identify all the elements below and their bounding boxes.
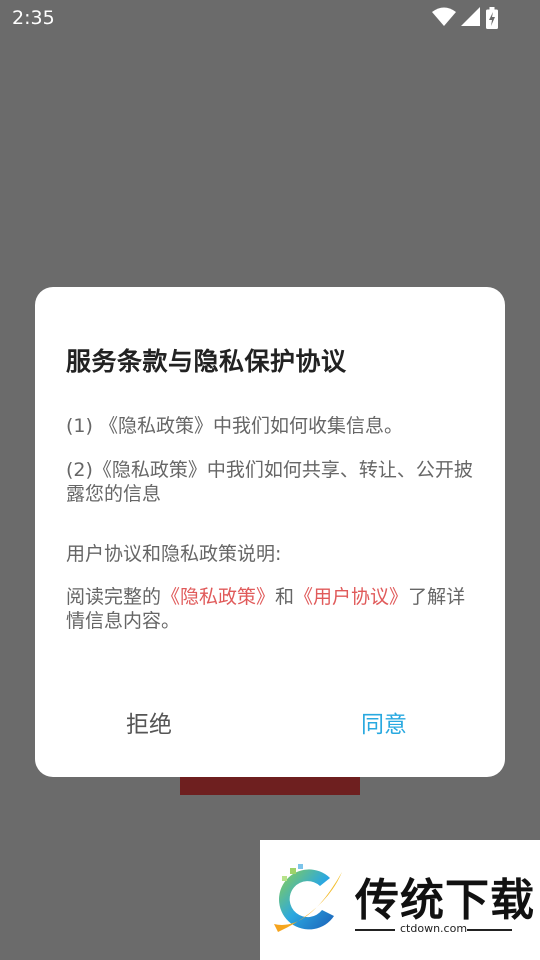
privacy-policy-link[interactable]: 《隐私政策》 — [161, 586, 275, 608]
status-icons — [432, 7, 502, 29]
section-label: 用户协议和隐私政策说明: — [66, 543, 282, 565]
and-text: 和 — [275, 586, 295, 608]
watermark-divider-left — [355, 929, 395, 931]
agree-button[interactable]: 同意 — [361, 705, 407, 739]
privacy-item-1: (1) 《隐私政策》中我们如何收集信息。 — [66, 415, 403, 437]
privacy-item-2: (2)《隐私政策》中我们如何共享、转让、公开披露您的信息 — [66, 459, 473, 505]
watermark-title: 传统下载 — [355, 875, 535, 926]
read-full-text: 阅读完整的《隐私政策》和《用户协议》了解详情信息内容。 — [66, 585, 476, 633]
read-prefix: 阅读完整的 — [66, 586, 162, 608]
wifi-icon — [432, 7, 456, 26]
watermark-logo-icon — [274, 864, 342, 932]
watermark: 传统下载 ctdown.com — [260, 840, 540, 960]
user-agreement-link[interactable]: 《用户协议》 — [294, 586, 408, 608]
cell-signal-icon — [461, 7, 480, 26]
battery-icon — [486, 7, 498, 29]
watermark-url: ctdown.com — [400, 922, 468, 935]
status-time: 2:35 — [12, 7, 55, 29]
reject-button[interactable]: 拒绝 — [126, 705, 172, 739]
privacy-dialog: 服务条款与隐私保护协议 (1) 《隐私政策》中我们如何收集信息。 (2)《隐私政… — [35, 287, 505, 777]
status-bar: 2:35 — [0, 0, 540, 36]
watermark-divider-right — [467, 929, 512, 931]
dialog-title: 服务条款与隐私保护协议 — [66, 347, 347, 376]
